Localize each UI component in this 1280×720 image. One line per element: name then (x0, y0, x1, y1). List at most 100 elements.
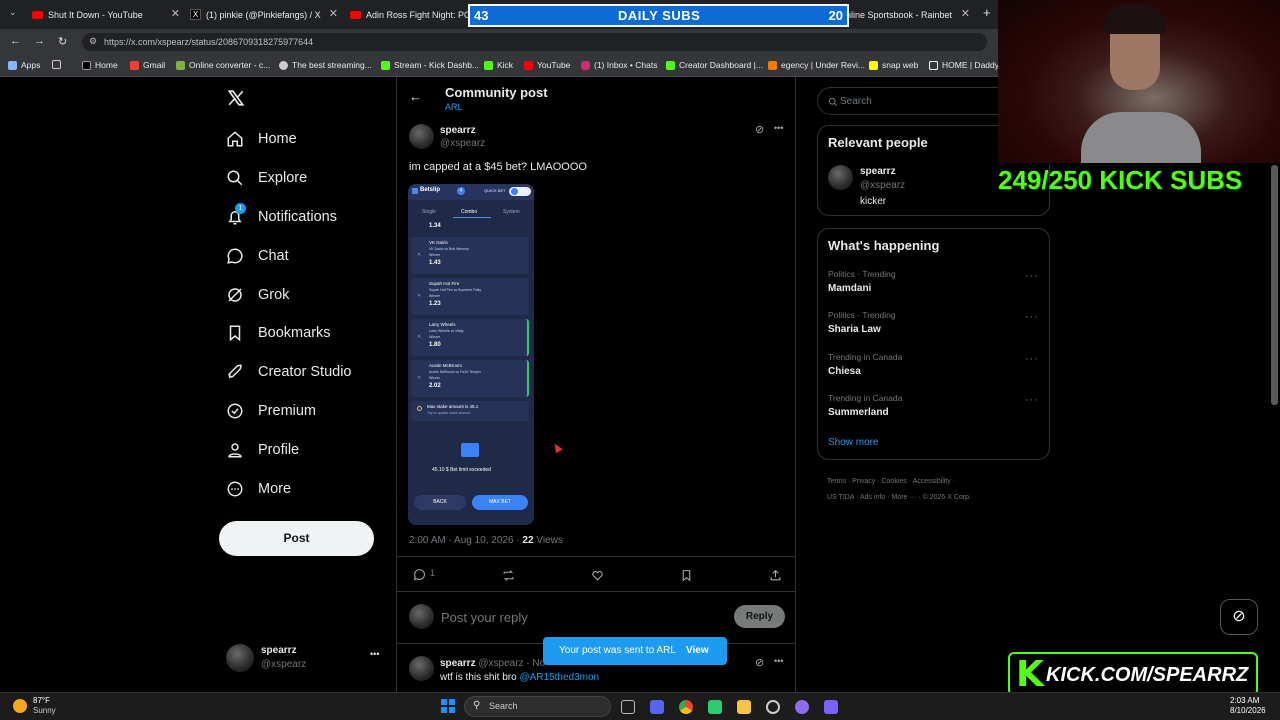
nav-creator-studio[interactable]: Creator Studio (226, 363, 352, 381)
bookmark-icon[interactable] (680, 569, 693, 582)
bookmark-grid[interactable] (52, 60, 61, 69)
reload-icon[interactable]: ↻ (58, 35, 67, 48)
weather-temp[interactable]: 87°F (33, 696, 50, 705)
bookmark-streaming[interactable]: The best streaming... (279, 60, 372, 70)
close-tab-icon[interactable]: ✕ (171, 7, 180, 20)
close-tab-icon[interactable]: ✕ (961, 7, 970, 20)
account-handle: @xspearz (261, 659, 307, 670)
person-name[interactable]: spearrz (860, 166, 896, 177)
share-icon[interactable] (769, 569, 782, 582)
nav-bookmarks[interactable]: Bookmarks (226, 324, 331, 342)
more-icon[interactable]: ··· (1025, 311, 1039, 323)
browser-tab[interactable]: Adin Ross Fight Night: POWE (350, 4, 470, 25)
verified-icon (227, 403, 243, 419)
browser-tab[interactable]: nline Sportsbook - Rainbet ✕ (846, 4, 970, 25)
site-info-icon[interactable]: ⚙ (89, 36, 97, 47)
person-handle[interactable]: @xspearz (860, 180, 905, 191)
more-icon[interactable]: ••• (774, 123, 783, 133)
settings-icon[interactable] (766, 700, 780, 714)
bookmark-kick-dashboard[interactable]: Stream - Kick Dashb... (381, 60, 479, 70)
grok-icon[interactable]: ⊘ (755, 123, 764, 136)
bet-leg: ✕ Supah Hot Fire Supah Hot Fire vs Supre… (411, 278, 529, 315)
reply-action[interactable]: 1 (413, 568, 435, 581)
chrome-icon[interactable] (679, 700, 693, 714)
bookmark-agency[interactable]: egency | Under Revi... (768, 60, 865, 70)
app-icon[interactable] (795, 700, 809, 714)
avatar[interactable] (409, 124, 434, 149)
show-more-link[interactable]: Show more (828, 437, 879, 448)
bookmark-kick[interactable]: Kick (484, 60, 513, 70)
like-icon[interactable] (591, 569, 604, 582)
grok-icon[interactable]: ⊘ (755, 656, 764, 669)
bookmark-creator-dashboard[interactable]: Creator Dashboard |... (666, 60, 763, 70)
more-icon[interactable]: ··· (1025, 394, 1039, 406)
nav-home[interactable]: Home (226, 130, 297, 148)
trend-item[interactable]: Politics · Trending Sharia Law (828, 310, 896, 335)
nav-chat[interactable]: Chat (226, 247, 289, 265)
app-icon[interactable] (708, 700, 722, 714)
reply-button[interactable]: Reply (734, 605, 785, 628)
trend-item[interactable]: Politics · Trending Mamdani (828, 269, 896, 294)
avatar[interactable] (828, 165, 853, 190)
url-field[interactable]: ⚙ https://x.com/xspearz/status/2086709318… (82, 33, 987, 51)
more-icon[interactable]: ••• (774, 656, 783, 666)
account-switcher[interactable]: spearrz @xspearz ••• (226, 643, 386, 675)
repost-icon[interactable] (502, 569, 515, 582)
taskbar-search[interactable]: ⚲ Search (464, 696, 611, 717)
bookmark-snap[interactable]: snap web (869, 60, 918, 70)
community-link[interactable]: ARL (445, 102, 463, 112)
post-timestamp[interactable]: 2:00 AM · Aug 10, 2026 · (409, 535, 522, 546)
file-explorer-icon[interactable] (737, 700, 751, 714)
new-tab-icon[interactable]: + (983, 5, 991, 20)
back-icon[interactable]: ← (10, 35, 21, 47)
more-icon[interactable]: ··· (1025, 353, 1039, 365)
bookmark-converter[interactable]: Online converter - c... (176, 60, 270, 70)
bet-leg: ✕ Larry Wheels Larry Wheels vs Vitaly Wi… (411, 319, 529, 356)
app-icon[interactable] (824, 700, 838, 714)
forward-icon[interactable]: → (34, 35, 45, 47)
search-box[interactable]: Search (817, 87, 998, 115)
author-handle[interactable]: @xspearz (440, 138, 485, 149)
nav-more[interactable]: More (226, 480, 291, 498)
windows-start-icon[interactable] (441, 699, 455, 713)
kick-icon (381, 60, 390, 70)
avatar[interactable] (409, 656, 434, 681)
nav-grok[interactable]: Grok (226, 286, 289, 304)
reply-input[interactable] (441, 607, 681, 627)
bookmark-gmail[interactable]: Gmail (130, 60, 165, 70)
post-button[interactable]: Post (219, 521, 374, 556)
search-icon: ⚲ (473, 700, 481, 711)
kick-icon (666, 60, 675, 70)
tab-list-chevron-icon[interactable]: ⌄ (9, 7, 17, 18)
close-tab-icon[interactable]: ✕ (329, 7, 338, 20)
discord-icon[interactable] (650, 700, 664, 714)
bookmark-inbox[interactable]: (1) Inbox • Chats (581, 60, 657, 70)
nav-notifications[interactable]: 1 Notifications (226, 203, 337, 226)
task-view-icon[interactable] (621, 700, 635, 714)
nav-premium[interactable]: Premium (226, 402, 316, 420)
more-icon[interactable]: ··· (1025, 270, 1039, 282)
mention-link[interactable]: @AR15thed3mon (519, 672, 599, 683)
browser-tab[interactable]: Shut It Down - YouTube ✕ (32, 4, 180, 25)
back-arrow-icon[interactable]: ← (409, 89, 422, 104)
author-name[interactable]: spearrz (440, 125, 476, 136)
x-logo-icon[interactable] (227, 89, 245, 109)
toast-view-link[interactable]: View (686, 645, 709, 656)
clock-time[interactable]: 2:03 AM (1230, 696, 1259, 705)
post-image[interactable]: Betslip 4 QUICK BET Single Combo System … (408, 184, 534, 525)
search-icon (227, 170, 243, 186)
bookmark-home[interactable]: Home (82, 60, 118, 70)
nav-explore[interactable]: Explore (226, 169, 307, 187)
scrollbar[interactable] (1271, 165, 1278, 405)
grok-floating-button[interactable]: ⊘ (1220, 599, 1258, 635)
nav-profile[interactable]: Profile (226, 441, 299, 459)
bookmark-apps[interactable]: Apps (8, 60, 40, 70)
trend-item[interactable]: Trending in Canada Chiesa (828, 352, 902, 377)
clock-date[interactable]: 8/10/2026 (1230, 706, 1266, 715)
weather-condition[interactable]: Sunny (33, 706, 56, 715)
browser-tab[interactable]: X (1) pinkie (@Pinkiefangs) / X ✕ (190, 4, 338, 25)
bookmark-youtube[interactable]: YouTube (524, 60, 570, 70)
more-icon[interactable]: ••• (370, 649, 379, 659)
trend-item[interactable]: Trending in Canada Summerland (828, 393, 902, 418)
bookmark-daddyl[interactable]: HOME | DaddyL (929, 60, 1004, 70)
